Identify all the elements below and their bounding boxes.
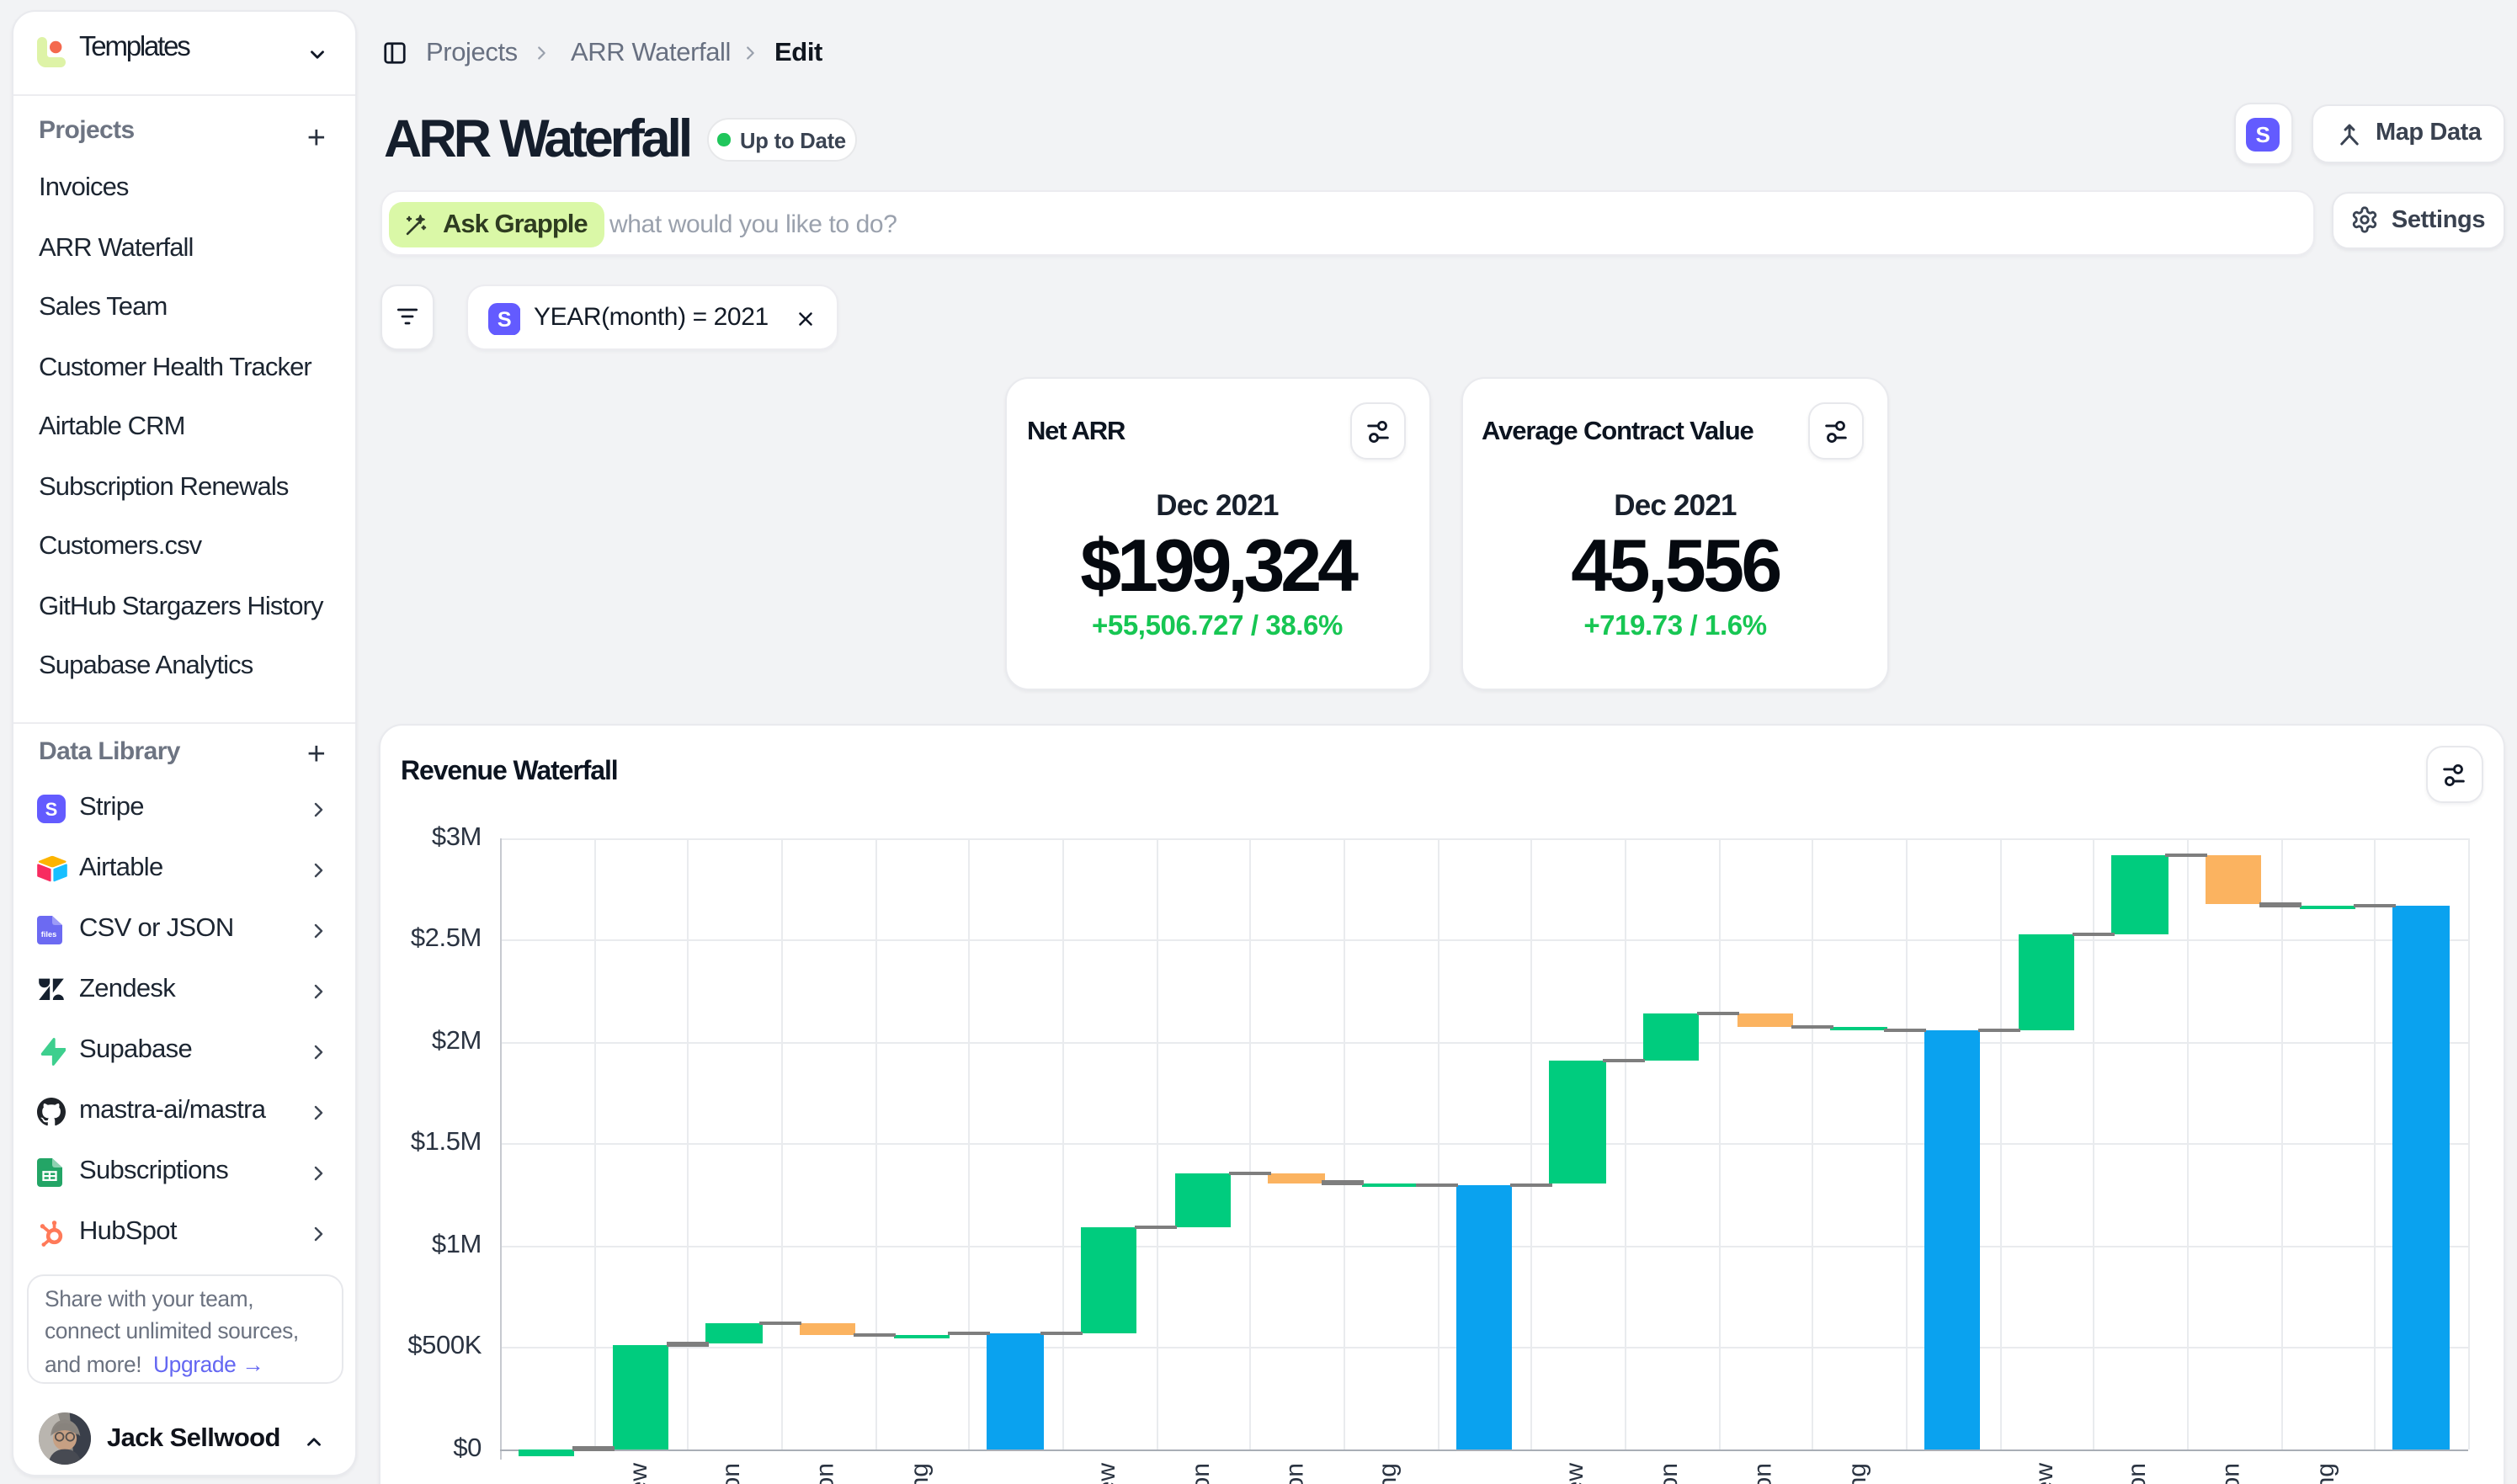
svg-text:S: S	[497, 307, 511, 331]
svg-text:S: S	[45, 798, 58, 819]
svg-text:files: files	[41, 930, 56, 939]
svg-text:S: S	[2256, 121, 2270, 146]
